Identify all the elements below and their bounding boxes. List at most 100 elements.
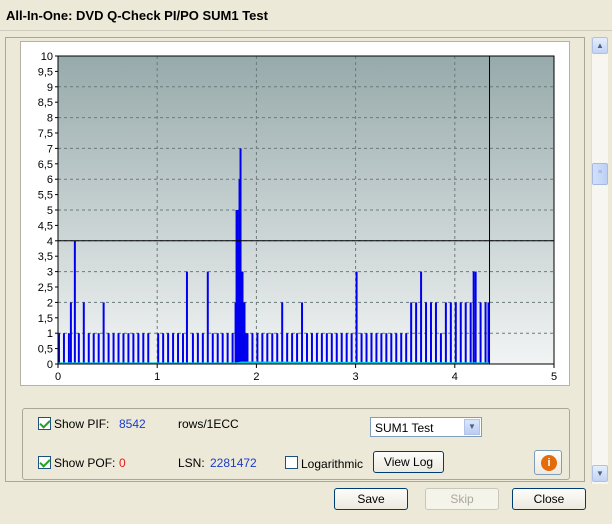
pif-bar — [73, 240, 76, 364]
y-tick-label: 8,5 — [38, 97, 53, 109]
show-pof-checkbox[interactable] — [38, 456, 51, 469]
view-log-button[interactable]: View Log — [373, 451, 444, 473]
pif-bar — [434, 302, 437, 364]
lsn-label: LSN: — [178, 456, 205, 470]
pif-bar — [380, 333, 383, 364]
pif-bar — [420, 271, 423, 364]
x-tick-label: 4 — [452, 371, 458, 383]
close-button[interactable]: Close — [512, 488, 586, 510]
scroll-down-arrow-icon[interactable]: ▼ — [592, 465, 608, 482]
show-pif-label: Show PIF: — [54, 417, 110, 431]
y-tick-label: 8 — [47, 113, 53, 125]
pif-bar — [484, 302, 487, 364]
pif-bar — [172, 333, 175, 364]
info-button[interactable]: i — [534, 450, 562, 475]
pif-bar — [400, 333, 403, 364]
pif-bar — [191, 333, 194, 364]
scroll-thumb[interactable]: ≡ — [592, 163, 608, 185]
pi-po-chart: 0 1 2 3 4 5 0 0,5 1 1,5 2 2,5 3 3,5 4 4,5 5 5,5 6 6,5 7 7,5 8 8… — [38, 51, 557, 383]
pif-bar — [216, 333, 219, 364]
y-tick-label: 0,5 — [38, 344, 53, 356]
pif-bar — [286, 333, 289, 364]
x-tick-label: 5 — [551, 371, 557, 383]
pif-bar — [261, 333, 264, 364]
pif-bar — [206, 271, 209, 364]
pif-bar — [102, 302, 105, 364]
y-tick-label: 10 — [41, 51, 53, 63]
y-tick-label: 2 — [47, 297, 53, 309]
pif-bar — [127, 333, 130, 364]
pif-bar — [271, 333, 274, 364]
pif-bar — [320, 333, 323, 364]
y-tick-label: 4,5 — [38, 220, 53, 232]
pif-bar — [425, 302, 428, 364]
test-type-select[interactable]: SUM1 Test ▼ — [370, 417, 482, 437]
y-tick-label: 7,5 — [38, 128, 53, 140]
pif-bar — [157, 333, 160, 364]
pif-bar — [62, 333, 65, 364]
pif-bar — [479, 302, 482, 364]
pif-bar — [330, 333, 333, 364]
pif-bar — [459, 302, 462, 364]
lsn-value: 2281472 — [210, 456, 257, 470]
logarithmic-label: Logarithmic — [301, 457, 364, 471]
x-tick-label: 0 — [55, 371, 61, 383]
info-icon: i — [541, 455, 557, 471]
window-titlebar: All-In-One: DVD Q-Check PI/PO SUM1 Test — [0, 0, 612, 31]
pif-bar — [449, 302, 452, 364]
pif-bar — [137, 333, 140, 364]
y-tick-label: 3 — [47, 267, 53, 279]
pif-bar — [405, 333, 408, 364]
pif-bar — [251, 333, 254, 364]
pif-bar — [315, 333, 318, 364]
pif-bar — [196, 333, 199, 364]
y-tick-label: 3,5 — [38, 251, 53, 263]
pif-bar — [335, 333, 338, 364]
pof-value: 0 — [119, 456, 126, 470]
pif-bar — [350, 333, 353, 364]
pif-bar — [142, 333, 145, 364]
y-tick-label: 6,5 — [38, 159, 53, 171]
pif-bar — [211, 333, 214, 364]
pif-bar — [306, 333, 308, 364]
pif-bar — [177, 333, 180, 364]
chevron-down-icon[interactable]: ▼ — [464, 419, 480, 435]
window-title: All-In-One: DVD Q-Check PI/PO SUM1 Test — [6, 8, 268, 23]
pif-bar — [281, 302, 284, 364]
save-button[interactable]: Save — [334, 488, 408, 510]
pif-bar — [266, 333, 269, 364]
y-tick-label: 4 — [47, 236, 53, 248]
y-tick-label: 1,5 — [38, 313, 53, 325]
pif-bar — [276, 333, 279, 364]
pif-bar — [182, 333, 184, 364]
pif-bar — [355, 271, 358, 364]
pif-bar — [185, 271, 188, 364]
y-tick-label: 9,5 — [38, 66, 53, 78]
pif-bar — [365, 333, 368, 364]
y-tick-label: 9 — [47, 82, 53, 94]
vertical-scrollbar[interactable]: ▲ ≡ ▼ — [591, 37, 608, 484]
pif-bar — [345, 333, 348, 364]
pif-bar — [122, 333, 125, 364]
logarithmic-checkbox[interactable] — [285, 456, 298, 469]
pif-bar — [221, 333, 224, 364]
skip-button[interactable]: Skip — [425, 488, 499, 510]
show-pif-checkbox[interactable] — [38, 417, 51, 430]
pif-bar — [375, 333, 378, 364]
pif-bar — [296, 333, 299, 364]
pif-bar — [82, 302, 85, 364]
pif-bar — [474, 271, 477, 364]
scroll-up-arrow-icon[interactable]: ▲ — [592, 37, 608, 54]
pif-bar — [454, 302, 457, 364]
pif-bar — [256, 333, 259, 364]
show-pof-label: Show POF: — [54, 456, 116, 470]
pif-bar — [69, 302, 72, 364]
pif-bar — [246, 333, 249, 364]
y-tick-label: 6 — [47, 174, 53, 186]
pif-bar — [310, 333, 313, 364]
pif-bar — [390, 333, 393, 364]
pif-bar — [112, 333, 115, 364]
pif-unit: rows/1ECC — [178, 417, 239, 431]
pif-bar — [77, 333, 80, 364]
pif-value: 8542 — [119, 417, 146, 431]
